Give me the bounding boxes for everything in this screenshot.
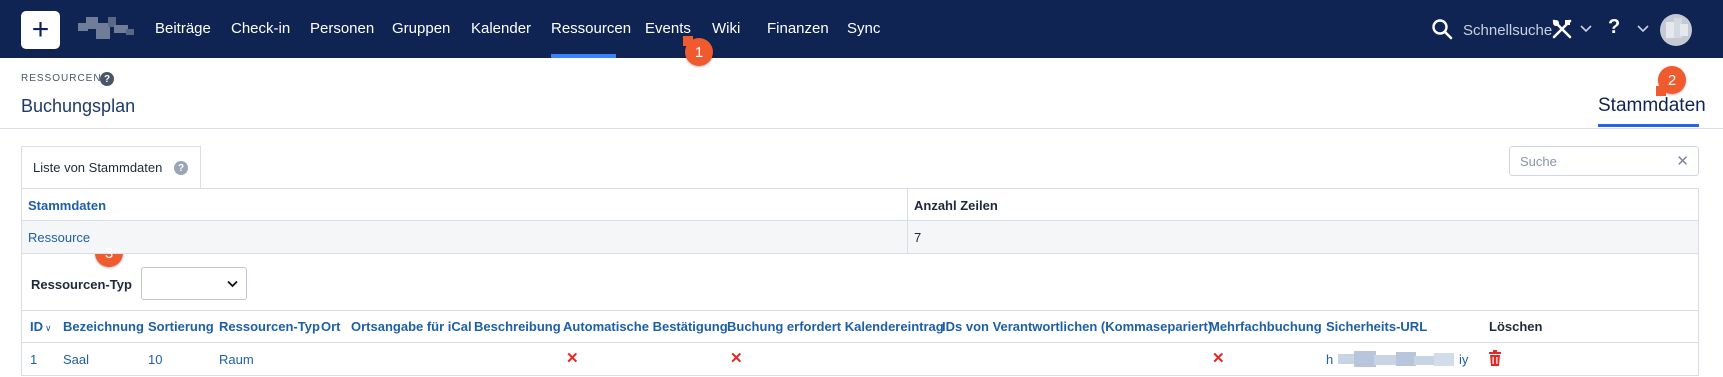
column-header-verantwortliche[interactable]: IDs von Verantwortlichen (Kommasepariert… (942, 319, 1212, 334)
search-input[interactable] (1510, 147, 1670, 175)
nav-item-ressourcen[interactable]: Ressourcen (551, 20, 631, 37)
column-header-ort[interactable]: Ort (321, 319, 341, 334)
nav-item-checkin[interactable]: Check-in (231, 20, 290, 37)
table-header-row: Stammdaten Anzahl Zeilen (22, 189, 1698, 221)
nav-item-finanzen[interactable]: Finanzen (767, 20, 829, 37)
column-header-auto-bestaetigung[interactable]: Automatische Bestätigung (563, 319, 728, 334)
tab-stammdaten[interactable]: Stammdaten (1598, 95, 1706, 117)
false-icon[interactable]: ✕ (730, 349, 743, 367)
column-header-kalendereintrag[interactable]: Buchung erfordert Kalendereintrag (727, 319, 944, 334)
annotation-badge-1: 1 (683, 36, 713, 66)
logo[interactable] (78, 15, 146, 43)
cell-url-start[interactable]: h (1326, 352, 1333, 367)
search-field[interactable]: ✕ (1509, 146, 1699, 176)
avatar[interactable] (1660, 14, 1692, 46)
ressource-link[interactable]: Ressource (28, 230, 90, 245)
column-header-sicherheits-url[interactable]: Sicherheits-URL (1326, 319, 1427, 334)
help-icon[interactable]: ? (174, 161, 188, 175)
top-navbar: + Beiträge Check-in Personen Gruppen Kal… (0, 0, 1723, 58)
nav-item-events[interactable]: Events (645, 20, 691, 37)
column-header-ressourcen-typ[interactable]: Ressourcen-Typ (219, 319, 320, 334)
search-icon[interactable] (1431, 18, 1453, 40)
nav-item-gruppen[interactable]: Gruppen (392, 20, 450, 37)
cell-sortierung[interactable]: 10 (148, 352, 162, 367)
tools-icon[interactable] (1551, 18, 1573, 40)
quick-search-label[interactable]: Schnellsuche (1463, 22, 1552, 39)
cell-id[interactable]: 1 (30, 352, 37, 367)
cell-url-end[interactable]: iy (1459, 352, 1468, 367)
nav-item-sync[interactable]: Sync (847, 20, 880, 37)
column-header-bezeichnung[interactable]: Bezeichnung (63, 319, 144, 334)
false-icon[interactable]: ✕ (566, 349, 579, 367)
column-header-loeschen: Löschen (1489, 319, 1543, 334)
table-header-row: ID ∨ Bezeichnung Sortierung Ressourcen-Ty… (22, 311, 1698, 343)
close-icon[interactable]: ✕ (1676, 152, 1689, 170)
chevron-down-icon[interactable] (1580, 24, 1592, 34)
column-header-mehrfachbuchung[interactable]: Mehrfachbuchung (1209, 319, 1322, 334)
row-count: 7 (914, 230, 922, 245)
sort-desc-icon: ∨ (45, 323, 52, 333)
false-icon[interactable]: ✕ (1212, 349, 1225, 367)
resource-table: ID ∨ Bezeichnung Sortierung Ressourcen-Ty… (21, 310, 1699, 376)
divider (0, 128, 1723, 129)
annotation-badge-2: 2 (1656, 66, 1686, 96)
breadcrumb: RESSOURCEN (21, 73, 102, 84)
nav-item-beitraege[interactable]: Beiträge (155, 20, 211, 37)
column-header-beschreibung[interactable]: Beschreibung (474, 319, 561, 334)
filter-bar: Ressourcen-Typ (21, 252, 1699, 310)
column-header-ortsangabe-ical[interactable]: Ortsangabe für iCal (351, 319, 472, 334)
help-icon[interactable]: ? (100, 72, 114, 86)
ressourcen-typ-select[interactable] (141, 267, 247, 300)
nav-item-wiki[interactable]: Wiki (712, 20, 740, 37)
help-icon[interactable]: ? (1608, 16, 1620, 39)
table-row: Ressource 7 (22, 221, 1698, 253)
overview-table: Stammdaten Anzahl Zeilen Ressource 7 (21, 188, 1699, 254)
trash-icon[interactable] (1488, 350, 1502, 366)
column-header-stammdaten[interactable]: Stammdaten (28, 198, 106, 213)
nav-item-kalender[interactable]: Kalender (471, 20, 531, 37)
filter-label: Ressourcen-Typ (31, 277, 132, 292)
active-nav-indicator (551, 54, 616, 58)
column-header-sortierung[interactable]: Sortierung (148, 319, 214, 334)
add-button[interactable]: + (21, 11, 60, 49)
page-title[interactable]: Buchungsplan (21, 96, 135, 117)
column-header-anzahl-zeilen: Anzahl Zeilen (914, 198, 998, 213)
cell-bezeichnung[interactable]: Saal (63, 352, 89, 367)
chevron-down-icon (227, 280, 238, 288)
chevron-down-icon[interactable] (1637, 24, 1649, 34)
cell-ressourcen-typ[interactable]: Raum (219, 352, 254, 367)
plus-icon: + (31, 13, 50, 46)
panel-tab-label: Liste von Stammdaten (33, 160, 163, 175)
column-header-id[interactable]: ID ∨ (30, 319, 52, 334)
table-row: 1 Saal 10 Raum ✕ ✕ ✕ h iy (22, 343, 1698, 375)
nav-item-personen[interactable]: Personen (310, 20, 374, 37)
panel-tab[interactable]: Liste von Stammdaten ? (21, 146, 201, 188)
active-tab-indicator (1598, 124, 1699, 127)
redacted-url (1338, 351, 1456, 367)
